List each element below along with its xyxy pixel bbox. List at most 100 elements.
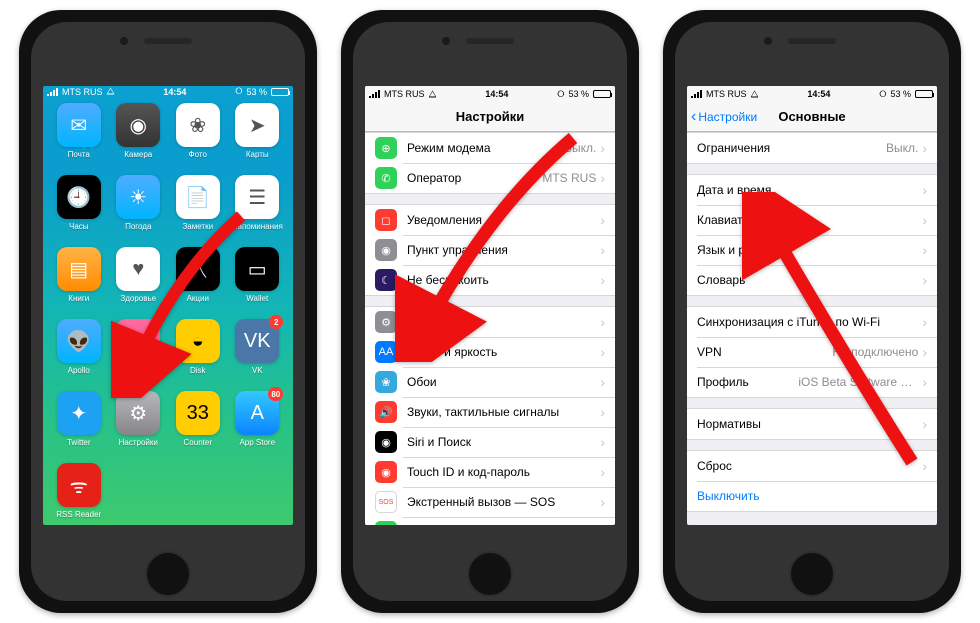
badge: 80 (268, 387, 283, 401)
row-клавиатура[interactable]: Клавиатура› (687, 205, 937, 235)
back-button[interactable]: ‹Настройки (691, 109, 757, 125)
app-icon: ◒ (176, 319, 220, 363)
row-язык-и-регион[interactable]: Язык и регион› (687, 235, 937, 265)
app-акции[interactable]: 〽︎ Акции (170, 247, 226, 317)
app-настройки[interactable]: ⚙Настройки (111, 391, 167, 461)
row-label: Синхронизация с iTunes по Wi-Fi (697, 315, 922, 329)
chevron-right-icon: › (600, 344, 605, 360)
app-здоровье[interactable]: ♥ Здоровье (111, 247, 167, 317)
clock: 14:54 (115, 87, 236, 97)
signal-icon (369, 90, 380, 98)
row-label: Основные (407, 315, 600, 329)
row-label: Экран и яркость (407, 345, 600, 359)
app-почта[interactable]: ✉︎Почта (51, 103, 107, 173)
app-заметки[interactable]: 📄 Заметки (170, 175, 226, 245)
app-twitter[interactable]: ✦Twitter (51, 391, 107, 461)
row-дата-и-время[interactable]: Дата и время› (687, 175, 937, 205)
app-icon: A80 (235, 391, 279, 435)
row-уведомления[interactable]: ◻︎Уведомления› (365, 205, 615, 235)
carrier-label: MTS RUS (62, 87, 103, 97)
row-label: Звуки, тактильные сигналы (407, 405, 600, 419)
app-часы[interactable]: 🕘Часы (51, 175, 107, 245)
app-wallet[interactable]: ▭Wallet (230, 247, 286, 317)
row-звуки,-тактильные-сигналы[interactable]: 🔊Звуки, тактильные сигналы› (365, 397, 615, 427)
row-label: Экстренный вызов — SOS (407, 495, 600, 509)
row-siri-и-поиск[interactable]: ◉Siri и Поиск› (365, 427, 615, 457)
app-rss reader[interactable]: ᯤRSS Reader (51, 463, 107, 525)
row-нормативы[interactable]: Нормативы› (687, 409, 937, 439)
app-icon: 〽︎ (176, 247, 220, 291)
app-фото[interactable]: ❀Фото (170, 103, 226, 173)
row-label: Язык и регион (697, 243, 922, 257)
lock-icon: ⭘ (879, 89, 886, 100)
app-icon: ⚙ (116, 391, 160, 435)
row-icon: ⚙ (375, 311, 397, 333)
app-vk[interactable]: VK2VK (230, 319, 286, 389)
row-экран-и-яркость[interactable]: AAЭкран и яркость› (365, 337, 615, 367)
battery-percent: 53 % (246, 87, 267, 97)
app-label: Фото (189, 150, 207, 159)
app-icon: VK2 (235, 319, 279, 363)
row-label: Обои (407, 375, 600, 389)
app-label: Здоровье (120, 294, 156, 303)
app-disk[interactable]: ◒Disk (170, 319, 226, 389)
app-label: Акции (187, 294, 209, 303)
app-карты[interactable]: ➤Карты (230, 103, 286, 173)
app-icon: ✦ (57, 391, 101, 435)
row-оператор[interactable]: ✆ОператорMTS RUS› (365, 163, 615, 193)
row-icon: ◉ (375, 461, 397, 483)
row-профиль[interactable]: ПрофильiOS Beta Software Profile› (687, 367, 937, 397)
battery-icon (593, 90, 611, 98)
row-ограничения[interactable]: ОграниченияВыкл.› (687, 133, 937, 163)
row-обои[interactable]: ❀Обои› (365, 367, 615, 397)
chevron-right-icon: › (922, 416, 927, 432)
general-list[interactable]: ОграниченияВыкл.› Дата и время›Клавиатура… (687, 132, 937, 525)
app-counter[interactable]: 33Counter (170, 391, 226, 461)
row-icon: ❀ (375, 371, 397, 393)
row-не-беспокоить[interactable]: ☾Не беспокоить› (365, 265, 615, 295)
chevron-right-icon: › (600, 464, 605, 480)
row-синхронизация-с-itunes-по-wi-fi[interactable]: Синхронизация с iTunes по Wi-Fi› (687, 307, 937, 337)
app-камера[interactable]: ◉Камера (111, 103, 167, 173)
app-книги[interactable]: ▤Книги (51, 247, 107, 317)
settings-list[interactable]: ⊕Режим модемаВыкл.›✆ОператорMTS RUS› ◻︎Ув… (365, 132, 615, 525)
chevron-right-icon: › (600, 170, 605, 186)
app-label: Часы (69, 222, 89, 231)
home-button[interactable] (789, 551, 835, 597)
row-словарь[interactable]: Словарь› (687, 265, 937, 295)
app-напоминания[interactable]: ☰Напоминания (230, 175, 286, 245)
app-label: Погода (125, 222, 151, 231)
home-button[interactable] (145, 551, 191, 597)
app-icon: ᯤ (57, 463, 101, 507)
app-icon: 📄 (176, 175, 220, 219)
app-icon: ♥ (116, 247, 160, 291)
row-vpn[interactable]: VPNНе подключено› (687, 337, 937, 367)
row-icon: ◻︎ (375, 209, 397, 231)
row-аккумулятор[interactable]: ▮Аккумулятор› (365, 517, 615, 525)
status-bar: MTS RUS⧋ 14:54 ⭘53 % (365, 86, 615, 102)
row-touch-id-и-код-пароль[interactable]: ◉Touch ID и код-пароль› (365, 457, 615, 487)
row-режим-модема[interactable]: ⊕Режим модемаВыкл.› (365, 133, 615, 163)
home-button[interactable] (467, 551, 513, 597)
stage: MTS RUS⧋ 14:54 ⭘53 % ✉︎Почта◉Камера❀Фото… (0, 0, 980, 623)
app-музыка[interactable]: ♪Музыка (111, 319, 167, 389)
app-label: Apollo (68, 366, 90, 375)
row-пункт-управления[interactable]: ◉Пункт управления› (365, 235, 615, 265)
row-icon: ▮ (375, 521, 397, 525)
row-сброс[interactable]: Сброс› (687, 451, 937, 481)
app-label: Wallet (246, 294, 268, 303)
row-основные[interactable]: ⚙Основные› (365, 307, 615, 337)
row-icon: ✆ (375, 167, 397, 189)
row-экстренный-вызов-—-sos[interactable]: SOSЭкстренный вызов — SOS› (365, 487, 615, 517)
row-label: Сброс (697, 459, 922, 473)
app-app store[interactable]: A80App Store (230, 391, 286, 461)
row-выключить[interactable]: Выключить (687, 481, 937, 511)
app-label: Камера (124, 150, 152, 159)
app-apollo[interactable]: 👽Apollo (51, 319, 107, 389)
app-погода[interactable]: ☀︎Погода (111, 175, 167, 245)
chevron-right-icon: › (922, 272, 927, 288)
app-label: Заметки (182, 222, 213, 231)
chevron-right-icon: › (922, 374, 927, 390)
row-icon: SOS (375, 491, 397, 513)
phone-settings: MTS RUS⧋ 14:54 ⭘53 % Настройки ⊕Режим мо… (341, 10, 639, 613)
